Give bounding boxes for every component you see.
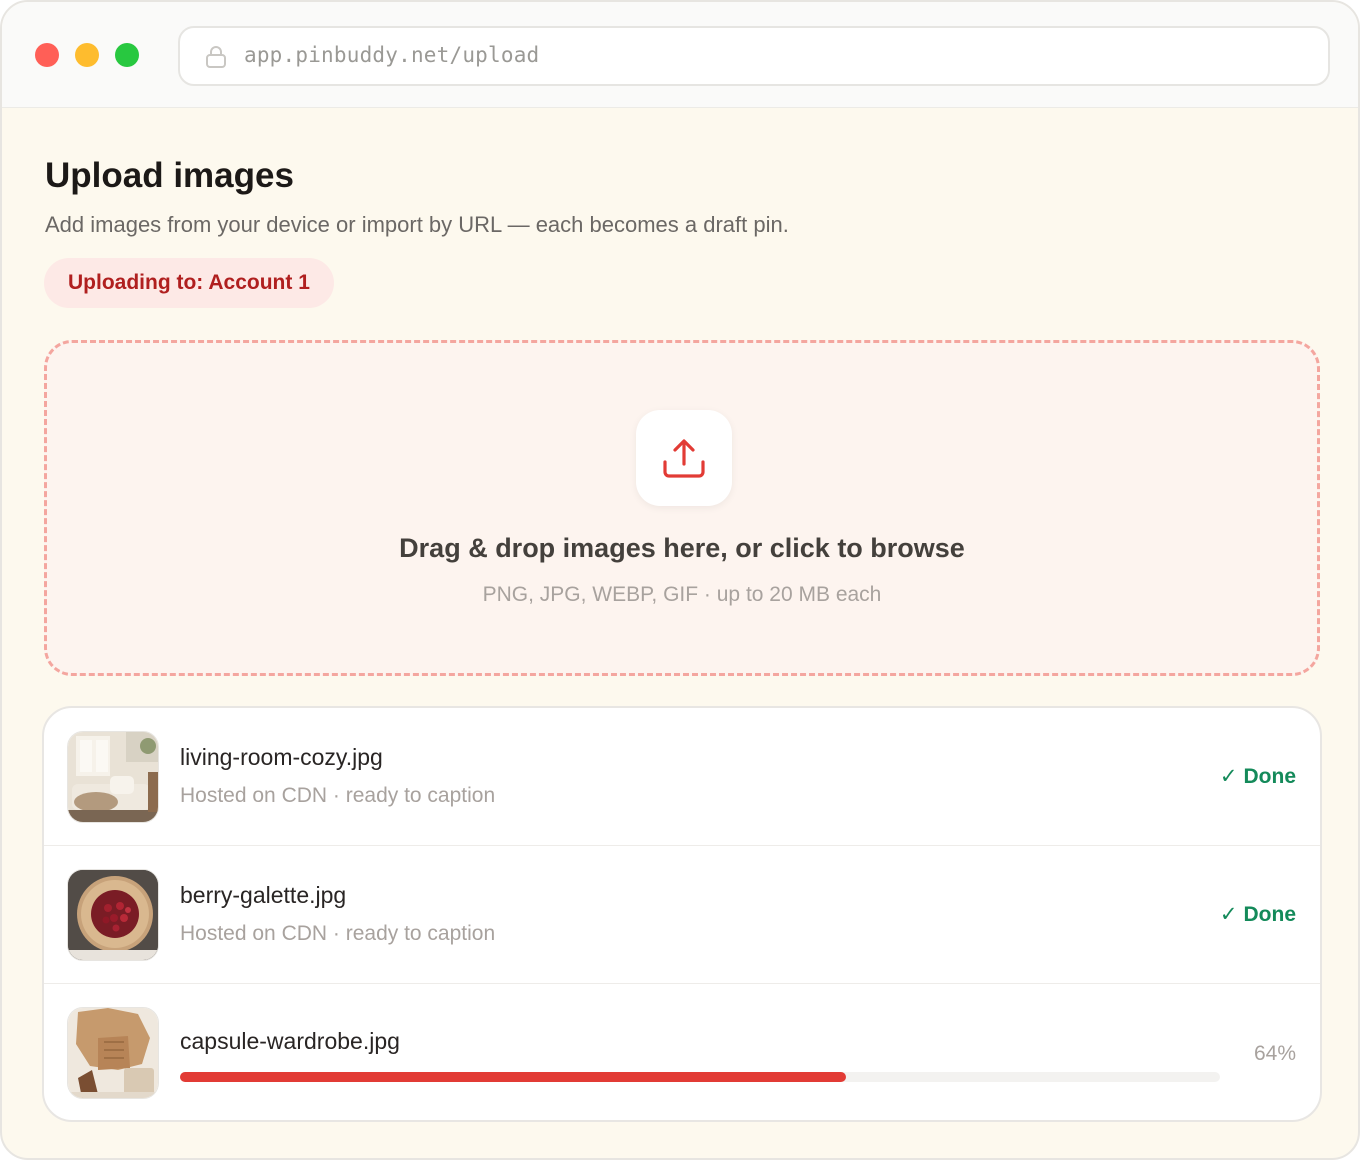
close-window-button[interactable]: [35, 43, 59, 67]
file-name: berry-galette.jpg: [180, 882, 347, 908]
upload-icon-container: [636, 410, 732, 506]
page-title: Upload images: [45, 156, 294, 195]
upload-status-done: ✓ Done: [1220, 764, 1296, 789]
status-label: Done: [1243, 903, 1297, 926]
checkmark-icon: ✓: [1219, 765, 1238, 788]
dropzone-title: Drag & drop images here, or click to bro…: [399, 533, 965, 563]
lock-icon: [206, 46, 226, 68]
browser-window: app.pinbuddy.net/upload Upload images Ad…: [0, 0, 1360, 1160]
upload-status-done: ✓ Done: [1220, 902, 1296, 927]
upload-progress-bar: [180, 1072, 1220, 1082]
upload-progress-percent: 64%: [1253, 1042, 1296, 1065]
file-row[interactable]: capsule-wardrobe.jpg 64%: [44, 984, 1320, 1120]
browser-titlebar: app.pinbuddy.net/upload: [2, 2, 1358, 108]
upload-progress-fill: [180, 1072, 846, 1082]
status-label: Done: [1243, 765, 1297, 788]
capsule-wardrobe-thumbnail: [67, 1007, 159, 1099]
file-status-detail: Hosted on CDN · ready to caption: [180, 784, 496, 807]
living-room-thumbnail: [67, 731, 159, 823]
file-row[interactable]: berry-galette.jpg Hosted on CDN · ready …: [44, 846, 1320, 984]
account-badge: Uploading to: Account 1: [44, 258, 334, 308]
maximize-window-button[interactable]: [115, 43, 139, 67]
address-bar[interactable]: app.pinbuddy.net/upload: [178, 26, 1330, 86]
berry-galette-thumbnail: [67, 869, 159, 961]
file-name: living-room-cozy.jpg: [180, 744, 383, 770]
file-status-detail: Hosted on CDN · ready to caption: [180, 922, 496, 945]
checkmark-icon: ✓: [1219, 903, 1238, 926]
upload-icon: [663, 439, 705, 478]
page-subtitle: Add images from your device or import by…: [45, 212, 789, 237]
minimize-window-button[interactable]: [75, 43, 99, 67]
upload-dropzone[interactable]: Drag & drop images here, or click to bro…: [44, 340, 1320, 676]
file-row[interactable]: living-room-cozy.jpg Hosted on CDN · rea…: [44, 708, 1320, 846]
upload-file-list: living-room-cozy.jpg Hosted on CDN · rea…: [42, 706, 1322, 1122]
file-name: capsule-wardrobe.jpg: [180, 1028, 400, 1054]
dropzone-hint: PNG, JPG, WEBP, GIF · up to 20 MB each: [482, 583, 882, 606]
url-text: app.pinbuddy.net/upload: [244, 43, 540, 67]
